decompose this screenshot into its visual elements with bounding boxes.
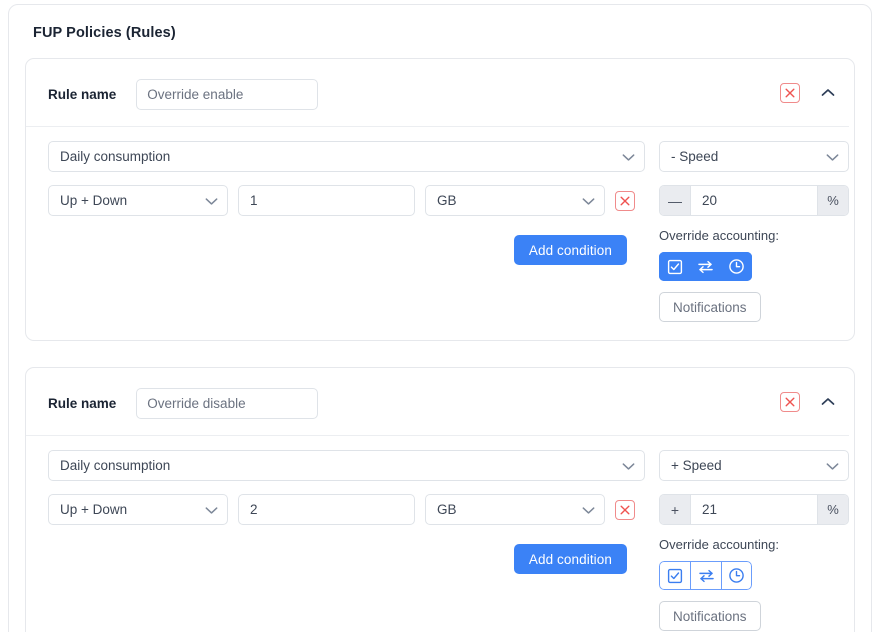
chevron-down-icon <box>826 149 839 164</box>
collapse-rule-button[interactable] <box>818 83 838 103</box>
rule-actions-column: - Speed — % Override accounting: <box>645 126 849 340</box>
speed-action-value: + Speed <box>671 458 722 473</box>
chevron-down-icon <box>622 458 635 473</box>
override-accounting-group <box>659 561 752 590</box>
checkbox-checked-icon <box>667 568 683 583</box>
metric-select[interactable]: Daily consumption <box>48 450 645 481</box>
delete-rule-button[interactable] <box>780 391 800 412</box>
unit-select[interactable]: GB <box>425 494 605 525</box>
speed-percent-stepper: + % <box>659 494 849 525</box>
condition-value-input[interactable] <box>238 494 415 525</box>
override-accounting-label: Override accounting: <box>659 228 779 243</box>
chevron-down-icon <box>582 193 595 208</box>
condition-row: Up + Down GB <box>48 494 645 525</box>
rule-card-body: Daily consumption Up + Down <box>26 435 854 632</box>
accounting-time-toggle[interactable] <box>721 561 752 590</box>
speed-percent-input[interactable] <box>691 495 817 524</box>
close-x-icon <box>620 505 630 515</box>
rule-conditions-column: Daily consumption Up + Down <box>26 435 645 632</box>
accounting-check-toggle[interactable] <box>659 561 690 590</box>
override-accounting-group <box>659 252 752 281</box>
close-x-icon <box>785 397 795 407</box>
clock-icon <box>729 259 744 274</box>
two-way-arrows-icon <box>698 260 713 273</box>
add-condition-button[interactable]: Add condition <box>513 235 627 265</box>
chevron-down-icon <box>826 458 839 473</box>
page-root: FUP Policies (Rules) Rule name Override … <box>0 0 879 632</box>
rule-card-actions <box>780 82 838 103</box>
speed-percent-stepper: — % <box>659 185 849 216</box>
add-condition-row: Add condition <box>48 544 645 574</box>
chevron-up-icon <box>821 89 835 96</box>
delete-rule-button[interactable] <box>780 82 800 103</box>
override-accounting-label: Override accounting: <box>659 537 779 552</box>
notifications-button[interactable]: Notifications <box>659 601 761 631</box>
rule-card-body: Daily consumption Up + Down <box>26 126 854 340</box>
fup-policies-panel: FUP Policies (Rules) Rule name Override … <box>8 4 872 632</box>
chevron-up-icon <box>821 398 835 405</box>
direction-select[interactable]: Up + Down <box>48 185 228 216</box>
speed-action-value: - Speed <box>671 149 719 164</box>
collapse-rule-button[interactable] <box>818 392 838 412</box>
accounting-check-toggle[interactable] <box>659 252 690 281</box>
chevron-down-icon <box>205 193 218 208</box>
stepper-increment-button[interactable]: + <box>660 495 691 524</box>
metric-select-value: Daily consumption <box>60 149 171 164</box>
chevron-down-icon <box>582 502 595 517</box>
unit-select[interactable]: GB <box>425 185 605 216</box>
page-title: FUP Policies (Rules) <box>33 25 176 41</box>
close-x-icon <box>620 196 630 206</box>
stepper-decrement-button[interactable]: — <box>660 186 691 215</box>
condition-value-input[interactable] <box>238 185 415 216</box>
clock-icon <box>729 568 744 583</box>
unit-select-value: GB <box>437 502 457 517</box>
accounting-transfer-toggle[interactable] <box>690 252 721 281</box>
rule-card: Rule name <box>25 58 855 341</box>
add-condition-row: Add condition <box>48 235 645 265</box>
rule-name-input[interactable] <box>136 388 319 419</box>
unit-select-value: GB <box>437 193 457 208</box>
delete-condition-button[interactable] <box>615 190 635 211</box>
speed-action-select[interactable]: - Speed <box>659 141 849 172</box>
direction-select[interactable]: Up + Down <box>48 494 228 525</box>
rule-name-label: Rule name <box>48 87 117 102</box>
rule-name-input[interactable] <box>136 79 319 110</box>
delete-condition-button[interactable] <box>615 499 635 520</box>
metric-select-value: Daily consumption <box>60 458 171 473</box>
condition-row: Up + Down GB <box>48 185 645 216</box>
chevron-down-icon <box>205 502 218 517</box>
accounting-time-toggle[interactable] <box>721 252 752 281</box>
rule-card-header: Rule name <box>26 368 854 435</box>
percent-suffix: % <box>817 186 848 215</box>
accounting-transfer-toggle[interactable] <box>690 561 721 590</box>
direction-select-value: Up + Down <box>60 502 128 517</box>
metric-select[interactable]: Daily consumption <box>48 141 645 172</box>
add-condition-button[interactable]: Add condition <box>513 544 627 574</box>
rule-card-actions <box>780 391 838 412</box>
speed-percent-input[interactable] <box>691 186 817 215</box>
percent-suffix: % <box>817 495 848 524</box>
checkbox-checked-icon <box>667 259 682 274</box>
rule-card-header: Rule name <box>26 59 854 126</box>
two-way-arrows-icon <box>698 569 714 582</box>
notifications-button[interactable]: Notifications <box>659 292 761 322</box>
rule-card: Rule name <box>25 367 855 632</box>
chevron-down-icon <box>622 149 635 164</box>
rule-conditions-column: Daily consumption Up + Down <box>26 126 645 340</box>
rule-actions-column: + Speed + % Override accounting: <box>645 435 849 632</box>
close-x-icon <box>785 88 795 98</box>
rule-name-label: Rule name <box>48 396 117 411</box>
speed-action-select[interactable]: + Speed <box>659 450 849 481</box>
direction-select-value: Up + Down <box>60 193 128 208</box>
